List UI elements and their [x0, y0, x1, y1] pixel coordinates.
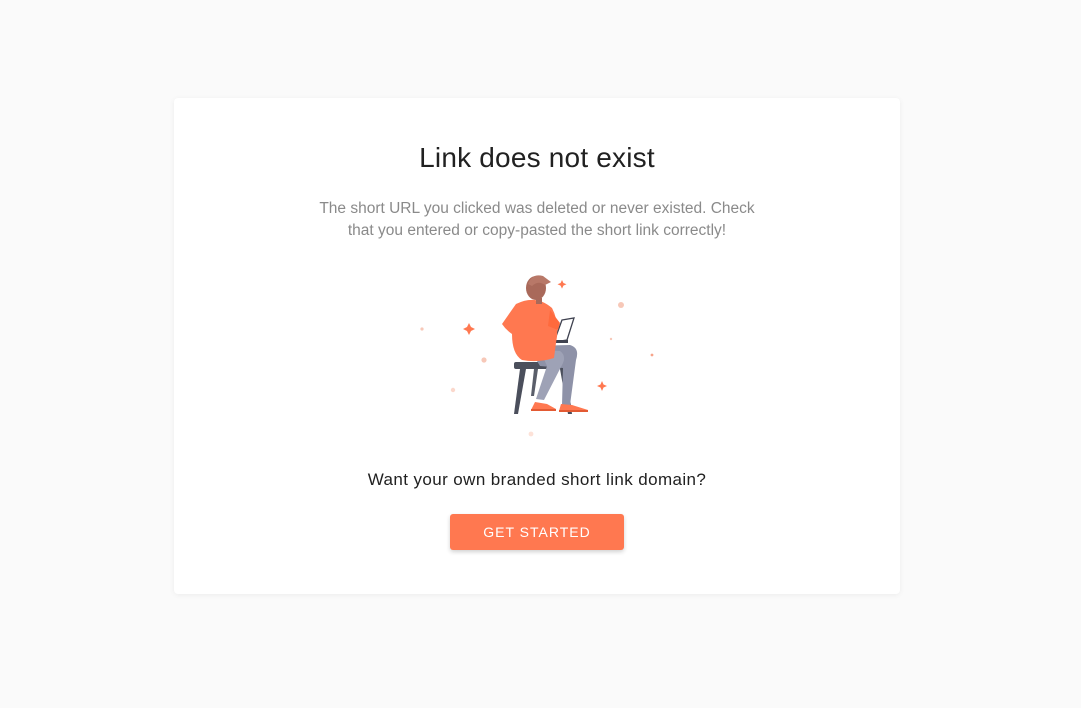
- branded-domain-question: Want your own branded short link domain?: [367, 470, 707, 489]
- page-title: Link does not exist: [419, 142, 655, 173]
- get-started-button[interactable]: GET STARTED: [450, 514, 624, 550]
- error-card: Link does not exist The short URL you cl…: [174, 98, 900, 594]
- person-laptop-illustration: [420, 275, 654, 437]
- head: [526, 275, 551, 304]
- error-description: The short URL you clicked was deleted or…: [319, 200, 755, 239]
- torso: [502, 299, 560, 362]
